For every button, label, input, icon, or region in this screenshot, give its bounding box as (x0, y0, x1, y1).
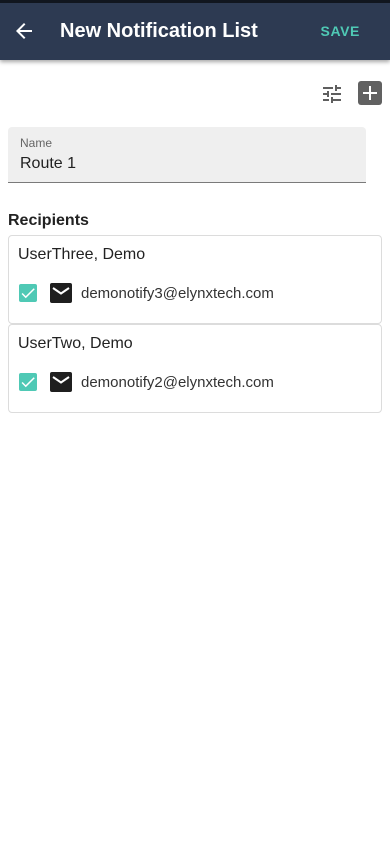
plus-icon (363, 86, 377, 100)
page-title: New Notification List (60, 20, 258, 42)
name-field[interactable]: Name (8, 127, 366, 183)
email-icon (50, 372, 72, 392)
recipient-checkbox[interactable] (19, 284, 37, 302)
email-icon (50, 283, 72, 303)
recipient-email: demonotify3@elynxtech.com (81, 285, 274, 302)
recipient-card: UserThree, Demo demonotify3@elynxtech.co… (8, 235, 382, 324)
recipient-name: UserTwo, Demo (18, 335, 133, 352)
recipient-checkbox[interactable] (19, 373, 37, 391)
back-arrow-icon[interactable] (12, 19, 36, 43)
check-icon (21, 377, 35, 388)
recipient-name: UserThree, Demo (18, 246, 146, 263)
recipients-heading: Recipients (8, 212, 89, 229)
save-button[interactable]: SAVE (321, 20, 361, 42)
add-button[interactable] (358, 81, 382, 105)
check-icon (21, 288, 35, 299)
recipient-email: demonotify2@elynxtech.com (81, 374, 274, 391)
recipient-card: UserTwo, Demo demonotify2@elynxtech.com (8, 324, 382, 413)
name-field-label: Name (20, 136, 53, 150)
tune-icon[interactable] (320, 82, 344, 106)
app-bar: New Notification List SAVE (0, 0, 390, 60)
name-input[interactable] (20, 154, 350, 174)
